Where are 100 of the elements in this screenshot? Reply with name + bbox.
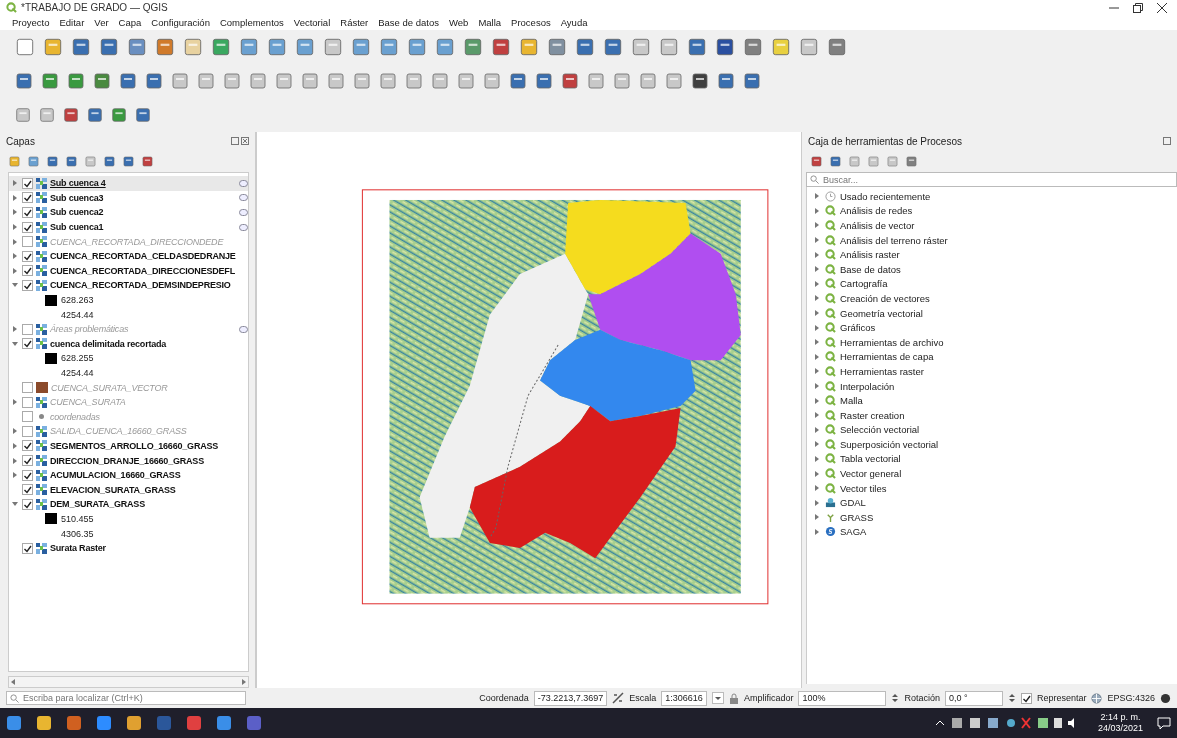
toolbox-group[interactable]: Geometría vectorial xyxy=(807,305,1177,321)
toolbox-group[interactable]: Base de datos xyxy=(807,261,1177,277)
menu-item[interactable]: Base de datos xyxy=(378,17,439,28)
toolbox-group[interactable]: Usado recientemente xyxy=(807,189,1177,204)
layer-checkbox[interactable] xyxy=(22,542,33,554)
layer-checkbox[interactable] xyxy=(22,207,33,218)
expand-arrow-icon[interactable] xyxy=(11,252,19,261)
scroll-right-icon[interactable] xyxy=(241,679,246,685)
coordinate-field[interactable]: -73.2213,7.3697 xyxy=(533,690,608,706)
layer-row[interactable]: Surata Raster xyxy=(9,540,248,556)
render-checkbox[interactable] xyxy=(1020,692,1032,704)
layer-row[interactable]: CUENCA_RECORTADA_DIRECCIONESDEFL xyxy=(9,263,248,279)
toolbox-group[interactable]: Gráficos xyxy=(807,320,1177,335)
layer-row[interactable]: Sub cuenca1 xyxy=(9,219,248,235)
layer-checkbox[interactable] xyxy=(22,236,33,248)
menu-item[interactable]: Vectorial xyxy=(293,17,331,28)
toolbox-group[interactable]: Tabla vectorial xyxy=(807,451,1177,467)
layer-checkbox[interactable] xyxy=(22,382,33,394)
expand-arrow-icon[interactable] xyxy=(11,237,19,246)
toolbox-group[interactable]: Análisis de vector xyxy=(807,218,1177,233)
expand-arrow-icon[interactable] xyxy=(11,398,19,407)
expand-arrow-icon[interactable] xyxy=(11,266,19,275)
layer-checkbox[interactable] xyxy=(22,338,33,350)
layer-checkbox[interactable] xyxy=(22,396,33,408)
expand-arrow-icon[interactable] xyxy=(11,339,19,348)
search-field[interactable]: Buscar... xyxy=(806,172,1177,187)
layer-row[interactable]: Sub cuenca3 xyxy=(9,190,248,206)
toolbox-group[interactable]: Malla xyxy=(807,393,1177,408)
layer-checkbox[interactable] xyxy=(22,455,33,467)
map-canvas[interactable] xyxy=(256,132,802,688)
messages-icon[interactable] xyxy=(1160,692,1171,704)
toolbox-group[interactable]: Herramientas de capa xyxy=(807,349,1177,365)
layer-checkbox[interactable] xyxy=(22,469,33,481)
menu-item[interactable]: Ayuda xyxy=(560,17,588,28)
layer-row[interactable]: CUENCA_RECORTADA_DEMSINDEPRESIO xyxy=(9,278,248,293)
lock-icon[interactable] xyxy=(728,692,739,704)
layer-row[interactable]: ELEVACION_SURATA_GRASS xyxy=(9,482,248,498)
scroll-left-icon[interactable] xyxy=(11,679,16,685)
layer-indicator-icon[interactable] xyxy=(239,194,248,202)
menu-item[interactable]: Ráster xyxy=(340,17,369,28)
expand-arrow-icon[interactable] xyxy=(11,471,19,480)
layer-row[interactable]: ACUMULACION_16660_GRASS xyxy=(9,467,248,483)
toolbox-group[interactable]: GRASS xyxy=(807,510,1177,525)
layer-row[interactable]: CUENCA_RECORTADA_CELDASDEDRANJE xyxy=(9,248,248,264)
layer-checkbox[interactable] xyxy=(22,425,33,437)
layer-checkbox[interactable] xyxy=(22,411,33,423)
spinner-icon[interactable] xyxy=(1007,692,1016,704)
menu-item[interactable]: Procesos xyxy=(511,17,551,28)
layer-checkbox[interactable] xyxy=(22,265,33,277)
expand-arrow-icon[interactable] xyxy=(11,208,19,217)
dropdown-icon[interactable] xyxy=(711,692,724,704)
toolbox-group[interactable]: Superposición vectorial xyxy=(807,437,1177,452)
expand-arrow-icon[interactable] xyxy=(11,456,19,465)
layer-checkbox[interactable] xyxy=(22,177,33,189)
menu-item[interactable]: Malla xyxy=(478,17,502,28)
layer-checkbox[interactable] xyxy=(22,221,33,233)
toolbox-group[interactable]: Análisis de redes xyxy=(807,203,1177,219)
system-clock[interactable]: 2:14 p. m. 24/03/2021 xyxy=(1097,712,1143,734)
layer-checkbox[interactable] xyxy=(22,279,33,291)
toolbox-group[interactable]: SAGA xyxy=(807,524,1177,540)
layer-row[interactable]: DEM_SURATA_GRASS xyxy=(9,497,248,512)
layer-row[interactable]: cuenca delimitada recortada xyxy=(9,336,248,352)
scale-field[interactable]: 1:306616 xyxy=(661,690,707,706)
layer-row[interactable]: Sub cuenca 4 xyxy=(9,176,248,191)
layer-checkbox[interactable] xyxy=(22,484,33,496)
toolbox-group[interactable]: GDAL xyxy=(807,495,1177,511)
layer-indicator-icon[interactable] xyxy=(239,209,248,216)
toolbox-group[interactable]: Selección vectorial xyxy=(807,422,1177,438)
expand-arrow-icon[interactable] xyxy=(11,193,19,202)
panel-controls-icon[interactable] xyxy=(231,137,249,145)
panel-float-icon[interactable] xyxy=(1163,137,1171,145)
layer-indicator-icon[interactable] xyxy=(239,325,248,333)
menu-item[interactable]: Ver xyxy=(94,17,109,28)
toolbox-group[interactable]: Interpolación xyxy=(807,378,1177,394)
crs-button[interactable]: EPSG:4326 xyxy=(1107,693,1155,703)
notification-icon[interactable] xyxy=(1157,716,1171,730)
layer-row[interactable]: Sub cuenca2 xyxy=(9,205,248,220)
rotation-field[interactable]: 0,0 ° xyxy=(944,690,1003,706)
locator-field[interactable]: Escriba para localizar (Ctrl+K) xyxy=(6,691,246,705)
layer-indicator-icon[interactable] xyxy=(239,179,248,187)
spinner-icon[interactable] xyxy=(891,692,900,704)
expand-arrow-icon[interactable] xyxy=(11,325,19,334)
toolbox-group[interactable]: Raster creation xyxy=(807,407,1177,423)
toolbox-group[interactable]: Cartografía xyxy=(807,276,1177,292)
expand-arrow-icon[interactable] xyxy=(11,442,19,450)
expand-arrow-icon[interactable] xyxy=(11,427,19,436)
layer-row[interactable]: DIRECCION_DRANJE_16660_GRASS xyxy=(9,453,248,468)
layer-checkbox[interactable] xyxy=(22,440,33,452)
magnifier-field[interactable]: 100% xyxy=(798,690,887,706)
menu-item[interactable]: Configuración xyxy=(151,17,210,28)
layer-checkbox[interactable] xyxy=(22,498,33,510)
menu-item[interactable]: Proyecto xyxy=(12,17,50,28)
layer-checkbox[interactable] xyxy=(22,192,33,204)
menu-item[interactable]: Web xyxy=(449,17,469,28)
toolbox-group[interactable]: Vector general xyxy=(807,466,1177,481)
toolbox-group[interactable]: Herramientas raster xyxy=(807,364,1177,379)
expand-arrow-icon[interactable] xyxy=(11,223,19,232)
menu-item[interactable]: Complementos xyxy=(219,17,284,28)
toolbox-group[interactable]: Vector tiles xyxy=(807,480,1177,496)
menu-item[interactable]: Capa xyxy=(118,17,142,28)
